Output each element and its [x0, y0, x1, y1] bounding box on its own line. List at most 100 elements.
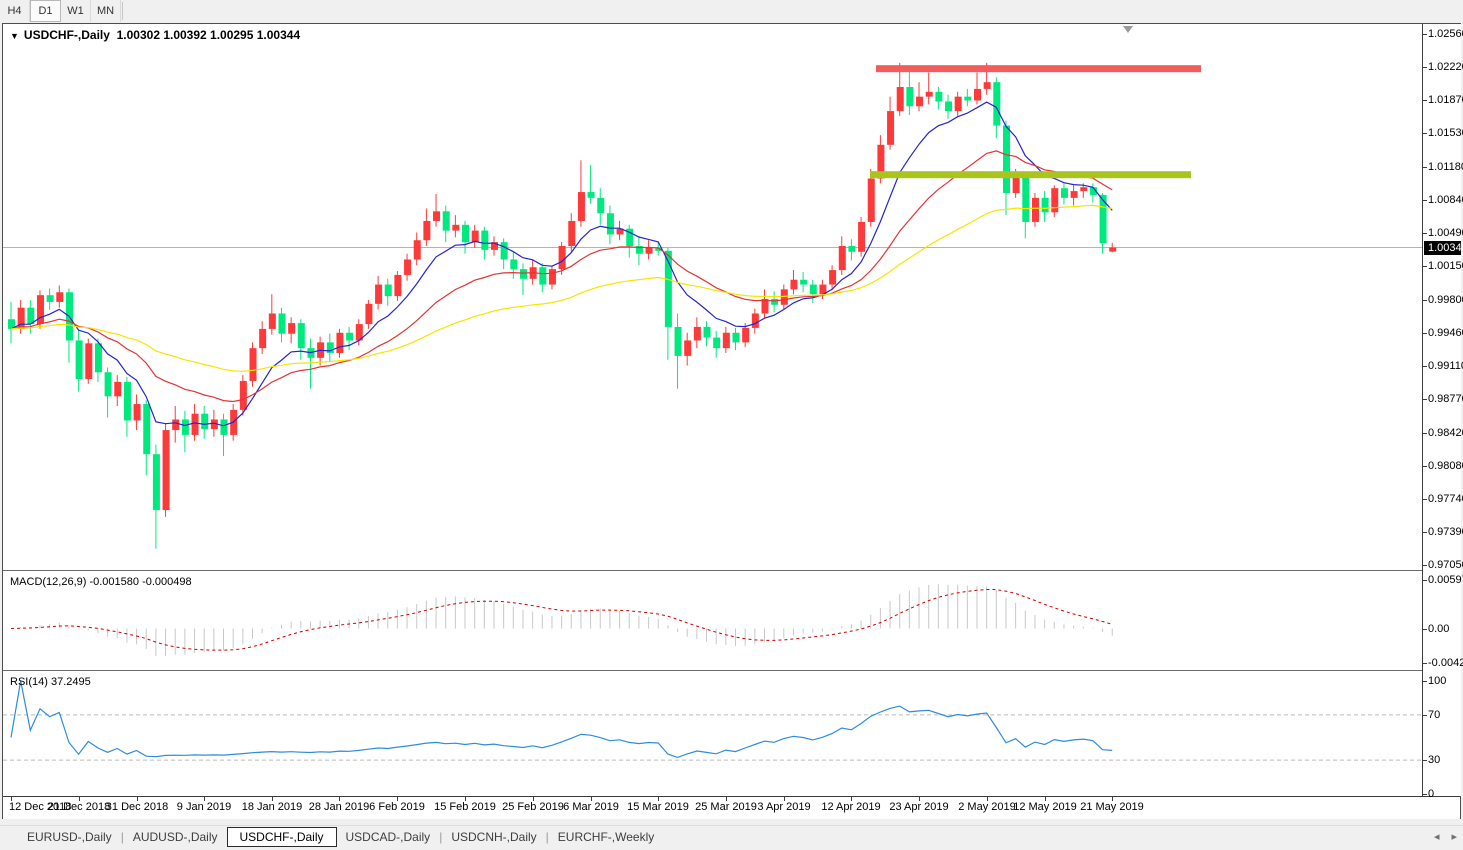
candle — [1003, 121, 1010, 215]
candle-body — [404, 260, 411, 275]
chart-shift-marker-icon[interactable] — [1123, 26, 1133, 33]
indicators-collapse-icon[interactable]: ▼ — [10, 31, 19, 41]
mt4-app: { "toolbar": { "timeframes": [ {"label":… — [0, 0, 1463, 850]
candle — [848, 239, 855, 260]
chart-tab-usdcad[interactable]: USDCAD-,Daily — [337, 828, 440, 846]
candle-body — [385, 285, 392, 297]
macd-panel[interactable]: MACD(12,26,9) -0.001580 -0.000498 — [3, 573, 1460, 670]
price-tick-label: 0.98420 — [1428, 427, 1463, 439]
timeframe-button-d1[interactable]: D1 — [30, 0, 61, 22]
candle-body — [742, 328, 749, 342]
chart-tab-audusd[interactable]: AUDUSD-,Daily — [124, 828, 227, 846]
candle — [752, 309, 759, 334]
support-line — [870, 171, 1191, 178]
candle — [906, 68, 913, 115]
candle-body — [646, 248, 653, 254]
candle-body — [182, 419, 189, 434]
axis-tick-mark — [1423, 233, 1427, 234]
candle — [114, 375, 121, 406]
candle — [617, 221, 624, 240]
date-label: 6 Mar 2019 — [563, 801, 619, 813]
candle — [916, 82, 923, 111]
candle — [974, 73, 981, 105]
candle-body — [752, 313, 759, 327]
candle-body — [95, 343, 102, 372]
date-label: 23 Apr 2019 — [889, 801, 948, 813]
price-tick-label: 1.01180 — [1428, 161, 1463, 173]
date-label: 25 Mar 2019 — [695, 801, 757, 813]
chart-tab-usdchf[interactable]: USDCHF-,Daily — [227, 827, 337, 847]
candle — [288, 317, 295, 343]
candle — [578, 160, 585, 226]
candle — [539, 263, 546, 292]
candle-body — [452, 225, 459, 231]
candle — [423, 208, 430, 246]
timeframe-button-w1[interactable]: W1 — [61, 0, 91, 22]
chart-tab-usdcnh[interactable]: USDCNH-,Daily — [442, 828, 545, 846]
candle-body — [221, 419, 228, 434]
candle-body — [993, 82, 1000, 125]
candle-body — [790, 280, 797, 290]
candle — [201, 406, 208, 439]
rsi-chart-canvas[interactable] — [3, 673, 1422, 796]
candle — [810, 280, 817, 303]
candle-body — [105, 372, 112, 396]
ma-slow-line — [11, 205, 1112, 371]
main-chart-panel[interactable]: ▼USDCHF-,Daily 1.00302 1.00392 1.00295 1… — [3, 24, 1460, 570]
candle-body — [974, 89, 981, 101]
candle-body — [1042, 198, 1049, 212]
candle-body — [559, 246, 566, 269]
chart-tab-eurchf[interactable]: EURCHF-,Weekly — [549, 828, 663, 846]
candle — [1032, 193, 1039, 227]
candle — [163, 423, 170, 516]
rsi-line — [11, 681, 1112, 757]
timeframe-button-mn[interactable]: MN — [91, 0, 121, 22]
candle-body — [829, 270, 836, 284]
candle — [56, 286, 63, 308]
macd-tick-label: -0.004243 — [1428, 657, 1463, 669]
candle — [549, 265, 556, 289]
candle-body — [76, 340, 83, 379]
candle — [298, 319, 305, 359]
candle — [771, 291, 778, 312]
candle-body — [510, 260, 517, 270]
candle-body — [771, 299, 778, 305]
tab-scroll-left-icon[interactable]: ◂ — [1434, 830, 1440, 843]
candle-body — [501, 242, 508, 259]
axis-tick-mark — [1423, 629, 1427, 630]
candle-body — [153, 454, 160, 510]
axis-tick-mark — [1423, 399, 1427, 400]
candle-body — [269, 313, 276, 328]
candle-body — [713, 338, 720, 349]
candle-body — [134, 404, 141, 420]
candle-body — [336, 333, 343, 353]
rsi-panel[interactable]: RSI(14) 37.2495 — [3, 673, 1460, 796]
candle — [1061, 183, 1068, 204]
axis-tick-mark — [1423, 100, 1427, 101]
timeframe-button-h4[interactable]: H4 — [0, 0, 30, 22]
axis-tick-mark — [1423, 715, 1427, 716]
tab-scroll-right-icon[interactable]: ▸ — [1451, 830, 1457, 843]
candle — [646, 240, 653, 259]
candle-body — [675, 327, 682, 356]
candle — [636, 236, 643, 265]
date-label: 31 Dec 2018 — [106, 801, 168, 813]
date-label: 6 Feb 2019 — [369, 801, 425, 813]
candle-body — [278, 313, 285, 333]
axis-tick-mark — [1423, 794, 1427, 795]
price-axis[interactable]: 1.025601.022201.018701.015301.011801.008… — [1422, 24, 1461, 796]
axis-tick-mark — [1423, 681, 1427, 682]
price-tick-label: 0.97050 — [1428, 559, 1463, 571]
candle — [1051, 185, 1058, 217]
price-tick-label: 1.01530 — [1428, 127, 1463, 139]
candle — [665, 248, 672, 360]
candle-body — [848, 246, 855, 252]
chart-tab-eurusd[interactable]: EURUSD-,Daily — [18, 828, 121, 846]
date-axis[interactable]: 12 Dec 201821 Dec 201831 Dec 20189 Jan 2… — [3, 796, 1460, 819]
macd-chart-canvas[interactable] — [3, 573, 1422, 670]
axis-tick-mark — [1423, 565, 1427, 566]
candle-body — [868, 179, 875, 222]
candle-body — [1071, 191, 1078, 198]
candlestick-chart-canvas[interactable] — [3, 24, 1422, 570]
candle — [926, 73, 933, 105]
